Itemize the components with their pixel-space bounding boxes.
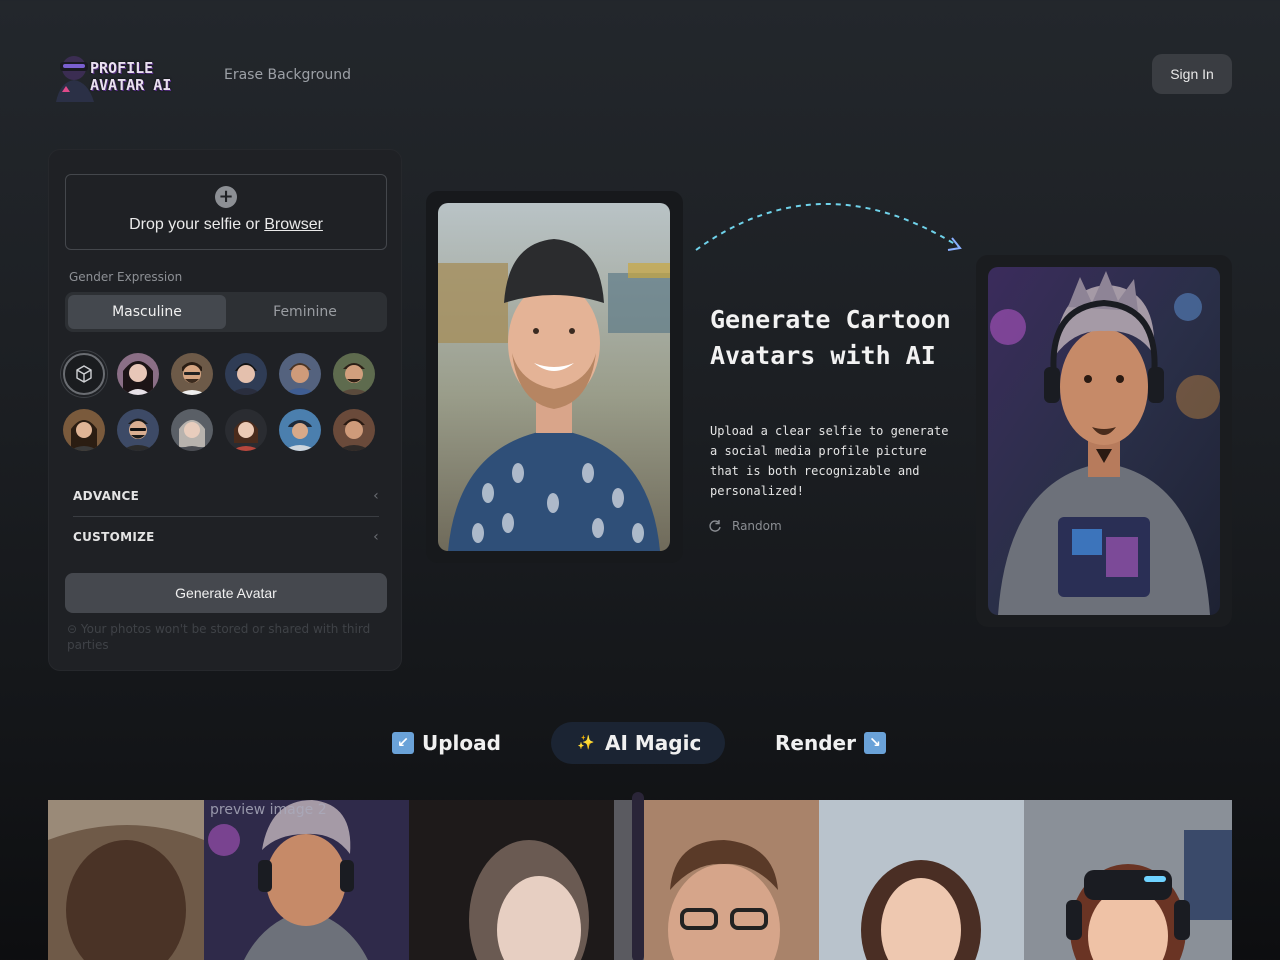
step-render[interactable]: Render ↘ xyxy=(775,722,886,764)
style-avatar-2[interactable] xyxy=(171,353,213,395)
style-avatar-4[interactable] xyxy=(279,353,321,395)
privacy-note: ⊝ Your photos won't be stored or shared … xyxy=(67,622,371,652)
selfie-preview-card xyxy=(426,191,683,563)
hero-subtext: Upload a clear selfie to generate a soci… xyxy=(710,424,949,498)
selfie-dropzone[interactable]: + Drop your selfie or Browser xyxy=(65,174,387,250)
chevron-left-icon: ‹ xyxy=(373,529,379,545)
style-avatar-7[interactable] xyxy=(117,409,159,451)
arrow-down-left-icon: ↙ xyxy=(392,732,414,754)
plus-circle-icon: + xyxy=(215,186,237,208)
style-custom-cube[interactable] xyxy=(63,353,105,395)
cube-icon xyxy=(76,365,92,383)
magic-wand-icon: ✨ xyxy=(577,735,595,751)
style-avatar-6[interactable] xyxy=(63,409,105,451)
logo-text: PROFILE AVATAR AI xyxy=(90,60,171,94)
step-upload[interactable]: ↙ Upload xyxy=(392,722,501,764)
style-avatar-11[interactable] xyxy=(333,409,375,451)
dropzone-prefix: Drop your selfie or xyxy=(129,216,265,233)
arrow-down-right-icon: ↘ xyxy=(863,732,886,754)
selfie-photo xyxy=(438,203,670,551)
process-steps: ↙ Upload ✨ AI Magic Render ↘ xyxy=(0,722,1280,764)
logo-line-1: PROFILE xyxy=(90,59,154,77)
hero-headline: Generate Cartoon Avatars with AI xyxy=(710,305,951,370)
nav-erase-background[interactable]: Erase Background xyxy=(224,67,351,83)
advance-label: ADVANCE xyxy=(73,489,140,503)
broken-image-alt: preview image 2 xyxy=(210,802,327,818)
random-label: Random xyxy=(732,519,782,533)
gallery-image-6 xyxy=(1024,800,1232,960)
style-avatar-5[interactable] xyxy=(333,353,375,395)
gender-toggle: Masculine Feminine xyxy=(65,292,387,332)
random-button[interactable]: Random xyxy=(708,519,782,533)
style-avatar-grid xyxy=(63,353,383,451)
style-avatar-3[interactable] xyxy=(225,353,267,395)
gender-option-masculine[interactable]: Masculine xyxy=(68,295,226,329)
style-avatar-9[interactable] xyxy=(225,409,267,451)
gender-label: Gender Expression xyxy=(69,270,183,284)
step-upload-label: Upload xyxy=(422,731,501,755)
sign-in-button[interactable]: Sign In xyxy=(1152,54,1232,94)
step-ai-magic[interactable]: ✨ AI Magic xyxy=(551,722,726,764)
logo-line-2: AVATAR AI xyxy=(90,76,172,94)
style-avatar-1[interactable] xyxy=(117,353,159,395)
chevron-left-icon: ‹ xyxy=(373,488,379,504)
refresh-icon xyxy=(709,520,721,532)
result-avatar-image xyxy=(988,267,1220,615)
generate-avatar-button[interactable]: Generate Avatar xyxy=(65,573,387,613)
gallery-image-1 xyxy=(48,800,204,960)
dropzone-label: Drop your selfie or Browser xyxy=(129,216,323,234)
gallery-image-5 xyxy=(819,800,1024,960)
result-avatar-card xyxy=(976,255,1232,627)
generator-panel: + Drop your selfie or Browser Gender Exp… xyxy=(48,149,402,671)
privacy-text: Your photos won't be stored or shared wi… xyxy=(67,622,371,652)
step-magic-label: AI Magic xyxy=(605,731,702,755)
dashed-arrow-icon xyxy=(695,203,962,251)
customize-accordion[interactable]: CUSTOMIZE ‹ xyxy=(73,517,379,557)
compare-slider-handle[interactable] xyxy=(632,792,644,960)
gallery-image-3 xyxy=(409,800,614,960)
gallery-image-2: preview image 2 xyxy=(204,800,409,960)
customize-label: CUSTOMIZE xyxy=(73,530,155,544)
gallery-image-4 xyxy=(614,800,819,960)
browse-link[interactable]: Browser xyxy=(264,216,323,233)
logo[interactable]: PROFILE AVATAR AI xyxy=(52,48,184,102)
style-avatar-10[interactable] xyxy=(279,409,321,451)
style-avatar-8[interactable] xyxy=(171,409,213,451)
gender-option-feminine[interactable]: Feminine xyxy=(226,295,384,329)
advance-accordion[interactable]: ADVANCE ‹ xyxy=(73,476,379,516)
step-render-label: Render xyxy=(775,731,856,755)
